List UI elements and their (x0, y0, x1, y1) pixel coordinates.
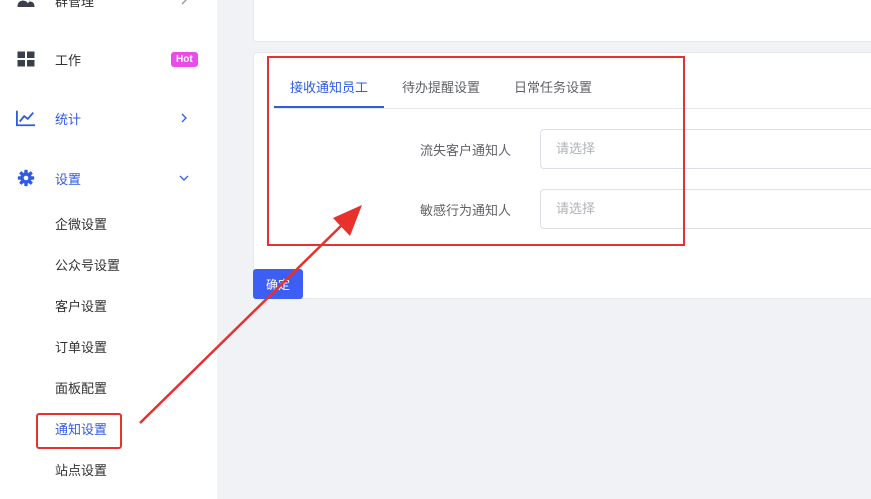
chevron-right-icon (178, 0, 190, 6)
sidebar-item-statistics[interactable]: 统计 (0, 98, 217, 138)
sidebar-item-label: 群管理 (55, 0, 95, 10)
gear-icon (16, 168, 36, 188)
sensitive-behavior-notifier-select[interactable] (540, 189, 871, 229)
form-row-churn-customer-notifier: 流失客户通知人 (254, 129, 871, 169)
sidebar-subitem-panel-config[interactable]: 面板配置 (0, 369, 217, 405)
sidebar-subitem-label: 企微设置 (55, 217, 108, 233)
sidebar-item-label: 设置 (55, 172, 82, 188)
sidebar-subitem-official-account-settings[interactable]: 公众号设置 (0, 246, 217, 282)
tab-daily-task-settings[interactable]: 日常任务设置 (514, 77, 592, 96)
sidebar-subitem-label: 订单设置 (55, 340, 108, 356)
hot-badge: Hot (171, 51, 198, 67)
sidebar-item-label: 工作 (55, 53, 82, 69)
sidebar-subitem-label: 面板配置 (55, 381, 108, 397)
sidebar-subitem-notification-settings[interactable]: 通知设置 (0, 410, 217, 446)
sidebar-subitem-label: 站点设置 (55, 463, 108, 479)
chevron-right-icon (178, 112, 190, 124)
sidebar: 群管理 工作 Hot 统计 设置 企微设置 公众号设置 客户设置 订单设置 面板… (0, 0, 217, 499)
sidebar-item-settings[interactable]: 设置 (0, 158, 217, 198)
sidebar-subitem-label: 客户设置 (55, 299, 108, 315)
sidebar-subitem-label: 通知设置 (55, 422, 108, 438)
sidebar-subitem-order-settings[interactable]: 订单设置 (0, 328, 217, 364)
field-label: 敏感行为通知人 (419, 204, 511, 219)
notification-settings-card: 接收通知员工 待办提醒设置 日常任务设置 流失客户通知人 敏感行为通知人 (253, 52, 871, 299)
active-tab-indicator (274, 106, 384, 108)
top-card (253, 0, 871, 42)
churn-customer-notifier-select[interactable] (540, 129, 871, 169)
trend-chart-icon (16, 108, 36, 128)
form-row-sensitive-behavior-notifier: 敏感行为通知人 (254, 189, 871, 229)
users-icon (16, 0, 36, 10)
sidebar-item-group-management[interactable]: 群管理 (0, 0, 217, 20)
confirm-button[interactable]: 确定 (253, 269, 303, 299)
sidebar-subitem-customer-settings[interactable]: 客户设置 (0, 287, 217, 323)
sidebar-item-work[interactable]: 工作 Hot (0, 39, 217, 79)
chevron-down-icon (178, 172, 190, 184)
tab-receive-notification-staff[interactable]: 接收通知员工 (290, 77, 368, 96)
tab-todo-reminder-settings[interactable]: 待办提醒设置 (402, 77, 480, 96)
tab-bar: 接收通知员工 待办提醒设置 日常任务设置 (274, 73, 871, 109)
sidebar-item-label: 统计 (55, 112, 82, 128)
sidebar-subitem-label: 公众号设置 (55, 258, 121, 274)
grid-icon (16, 49, 36, 69)
sidebar-subitem-wecom-settings[interactable]: 企微设置 (0, 205, 217, 241)
field-label: 流失客户通知人 (419, 144, 511, 159)
sidebar-subitem-site-settings[interactable]: 站点设置 (0, 451, 217, 487)
